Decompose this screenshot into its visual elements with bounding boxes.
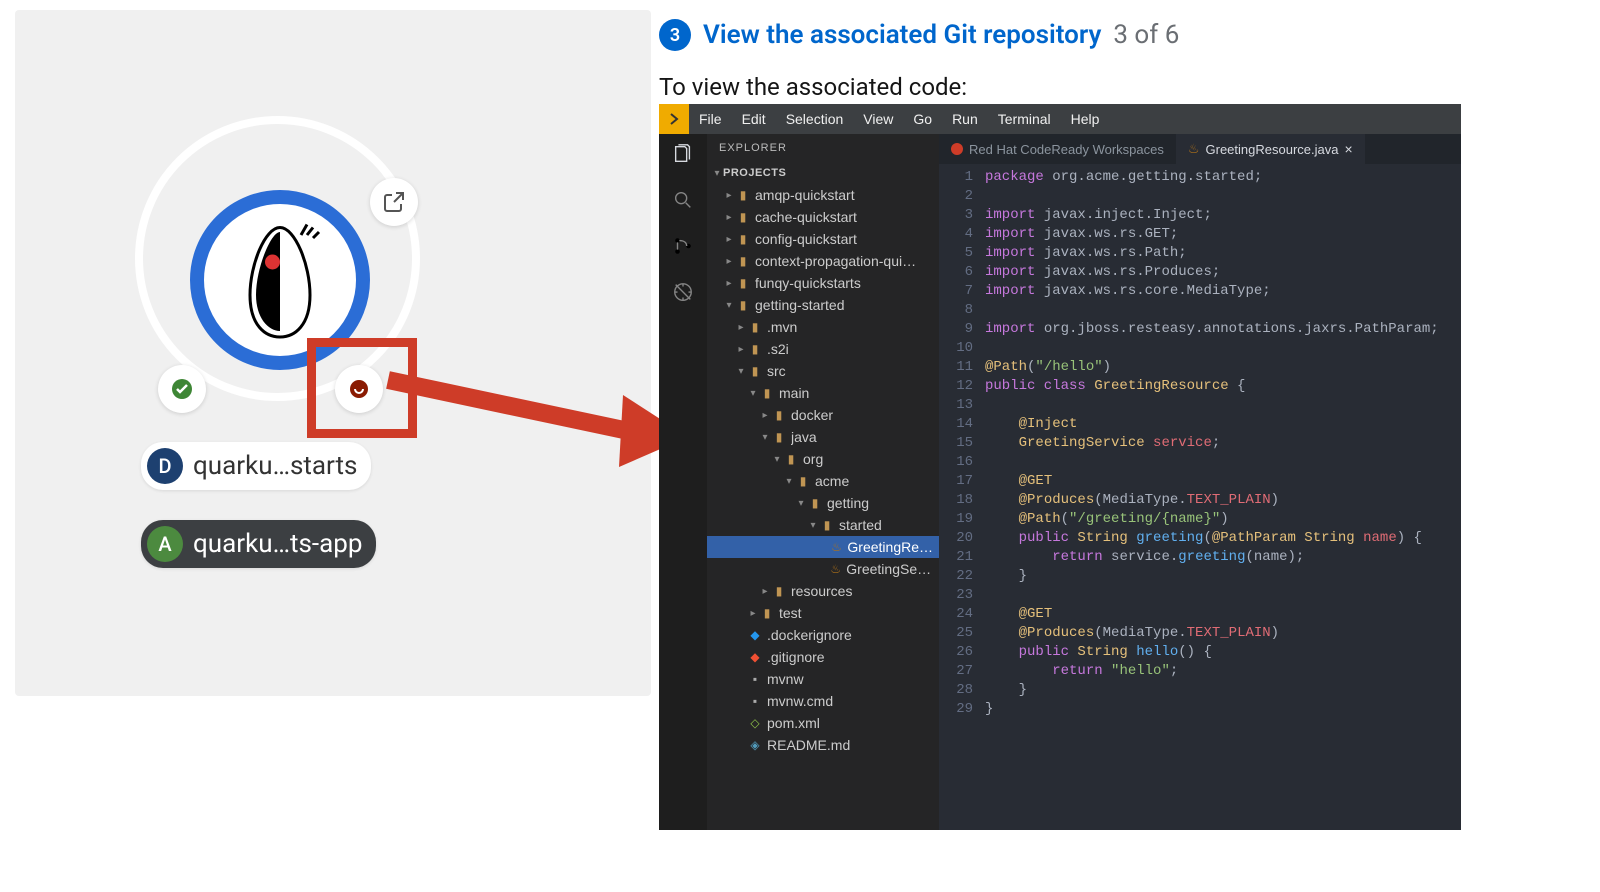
tree-item[interactable]: ▾▮getting-started xyxy=(707,294,939,316)
deployment-name: quarku…starts xyxy=(193,451,357,481)
tree-item[interactable]: ♨GreetingServic… xyxy=(707,558,939,580)
quickstart-step-header: 3 View the associated Git repository 3 o… xyxy=(659,19,1179,51)
external-link-icon xyxy=(382,190,406,214)
menu-file[interactable]: File xyxy=(689,111,732,127)
chevron-right-icon xyxy=(668,113,680,125)
menu-selection[interactable]: Selection xyxy=(776,111,854,127)
explorer-panel: EXPLORER ▾PROJECTS▸▮amqp-quickstart▸▮cac… xyxy=(707,134,939,830)
tree-item[interactable]: ♨GreetingReso… xyxy=(707,536,939,558)
line-number-gutter: 1234567891011121314151617181920212223242… xyxy=(939,168,985,830)
tree-item[interactable]: ▾▮started xyxy=(707,514,939,536)
tree-item[interactable]: ▸▮config-quickstart xyxy=(707,228,939,250)
tree-item[interactable]: ▸▮funqy-quickstarts xyxy=(707,272,939,294)
application-name: quarku…ts-app xyxy=(193,529,362,559)
tree-item[interactable]: ▾▮java xyxy=(707,426,939,448)
tree-item[interactable]: ▸▮amqp-quickstart xyxy=(707,184,939,206)
application-badge: A xyxy=(147,526,183,562)
tree-item[interactable]: ▾▮src xyxy=(707,360,939,382)
callout-highlight xyxy=(307,338,417,438)
tree-item[interactable]: ▾▮getting xyxy=(707,492,939,514)
topology-label-deployment[interactable]: D quarku…starts xyxy=(141,442,371,490)
menu-help[interactable]: Help xyxy=(1061,111,1110,127)
build-status-decorator[interactable] xyxy=(158,365,206,413)
step-progress: 3 of 6 xyxy=(1113,20,1179,50)
editor-tab[interactable]: ♨GreetingResource.java× xyxy=(1176,134,1365,164)
tree-item[interactable]: ▾▮main xyxy=(707,382,939,404)
java-duke-icon xyxy=(235,220,325,340)
tree-section-projects[interactable]: ▾PROJECTS xyxy=(707,162,939,184)
tree-item[interactable]: ▸▮.s2i xyxy=(707,338,939,360)
tree-item[interactable]: ▸▮docker xyxy=(707,404,939,426)
topology-label-app[interactable]: A quarku…ts-app xyxy=(141,520,376,568)
editor-tabs: Red Hat CodeReady Workspaces♨GreetingRes… xyxy=(939,134,1461,164)
debug-activity-icon[interactable] xyxy=(669,278,697,306)
code-editor[interactable]: 1234567891011121314151617181920212223242… xyxy=(939,164,1461,830)
deployment-badge: D xyxy=(147,448,183,484)
tree-item[interactable]: ▸▮resources xyxy=(707,580,939,602)
menu-run[interactable]: Run xyxy=(942,111,988,127)
menu-terminal[interactable]: Terminal xyxy=(988,111,1061,127)
tree-item[interactable]: ◆.gitignore xyxy=(707,646,939,668)
tree-item[interactable]: ▸▮cache-quickstart xyxy=(707,206,939,228)
ide-app-icon[interactable] xyxy=(659,104,689,134)
tree-item[interactable]: ▸▮context-propagation-qui… xyxy=(707,250,939,272)
tree-item[interactable]: ▸▮.mvn xyxy=(707,316,939,338)
menu-go[interactable]: Go xyxy=(903,111,942,127)
tree-item[interactable]: ▾▮org xyxy=(707,448,939,470)
tree-item[interactable]: ◇pom.xml xyxy=(707,712,939,734)
ide-window: FileEditSelectionViewGoRunTerminalHelp E… xyxy=(659,104,1461,830)
tree-item[interactable]: ▪mvnw.cmd xyxy=(707,690,939,712)
file-tree: ▾PROJECTS▸▮amqp-quickstart▸▮cache-quicks… xyxy=(707,162,939,830)
explorer-activity-icon[interactable] xyxy=(669,140,697,168)
menu-view[interactable]: View xyxy=(853,111,903,127)
step-subtitle: To view the associated code: xyxy=(659,73,967,101)
tree-item[interactable]: ▪mvnw xyxy=(707,668,939,690)
explorer-title: EXPLORER xyxy=(707,134,939,162)
source-control-activity-icon[interactable] xyxy=(669,232,697,260)
tree-item[interactable]: ▸▮test xyxy=(707,602,939,624)
java-file-icon: ♨ xyxy=(1188,141,1200,157)
tree-item[interactable]: ◆.dockerignore xyxy=(707,624,939,646)
editor-tab[interactable]: Red Hat CodeReady Workspaces xyxy=(939,134,1176,164)
search-activity-icon[interactable] xyxy=(669,186,697,214)
topology-panel: D quarku…starts A quarku…ts-app xyxy=(15,10,651,696)
redhat-icon xyxy=(951,143,963,155)
close-icon[interactable]: × xyxy=(1344,141,1352,157)
tree-item[interactable]: ▾▮acme xyxy=(707,470,939,492)
activity-bar xyxy=(659,134,707,830)
editor-area: Red Hat CodeReady Workspaces♨GreetingRes… xyxy=(939,134,1461,830)
external-link-decorator[interactable] xyxy=(370,178,418,226)
code-lines: package org.acme.getting.started;import … xyxy=(985,168,1461,830)
menu-edit[interactable]: Edit xyxy=(732,111,776,127)
step-number-badge: 3 xyxy=(659,19,691,51)
tree-item[interactable]: ◈README.md xyxy=(707,734,939,756)
ide-menubar: FileEditSelectionViewGoRunTerminalHelp xyxy=(659,104,1461,134)
projects-section[interactable]: PROJECTS xyxy=(723,167,786,179)
step-title: View the associated Git repository xyxy=(703,20,1101,50)
check-circle-icon xyxy=(170,377,194,401)
